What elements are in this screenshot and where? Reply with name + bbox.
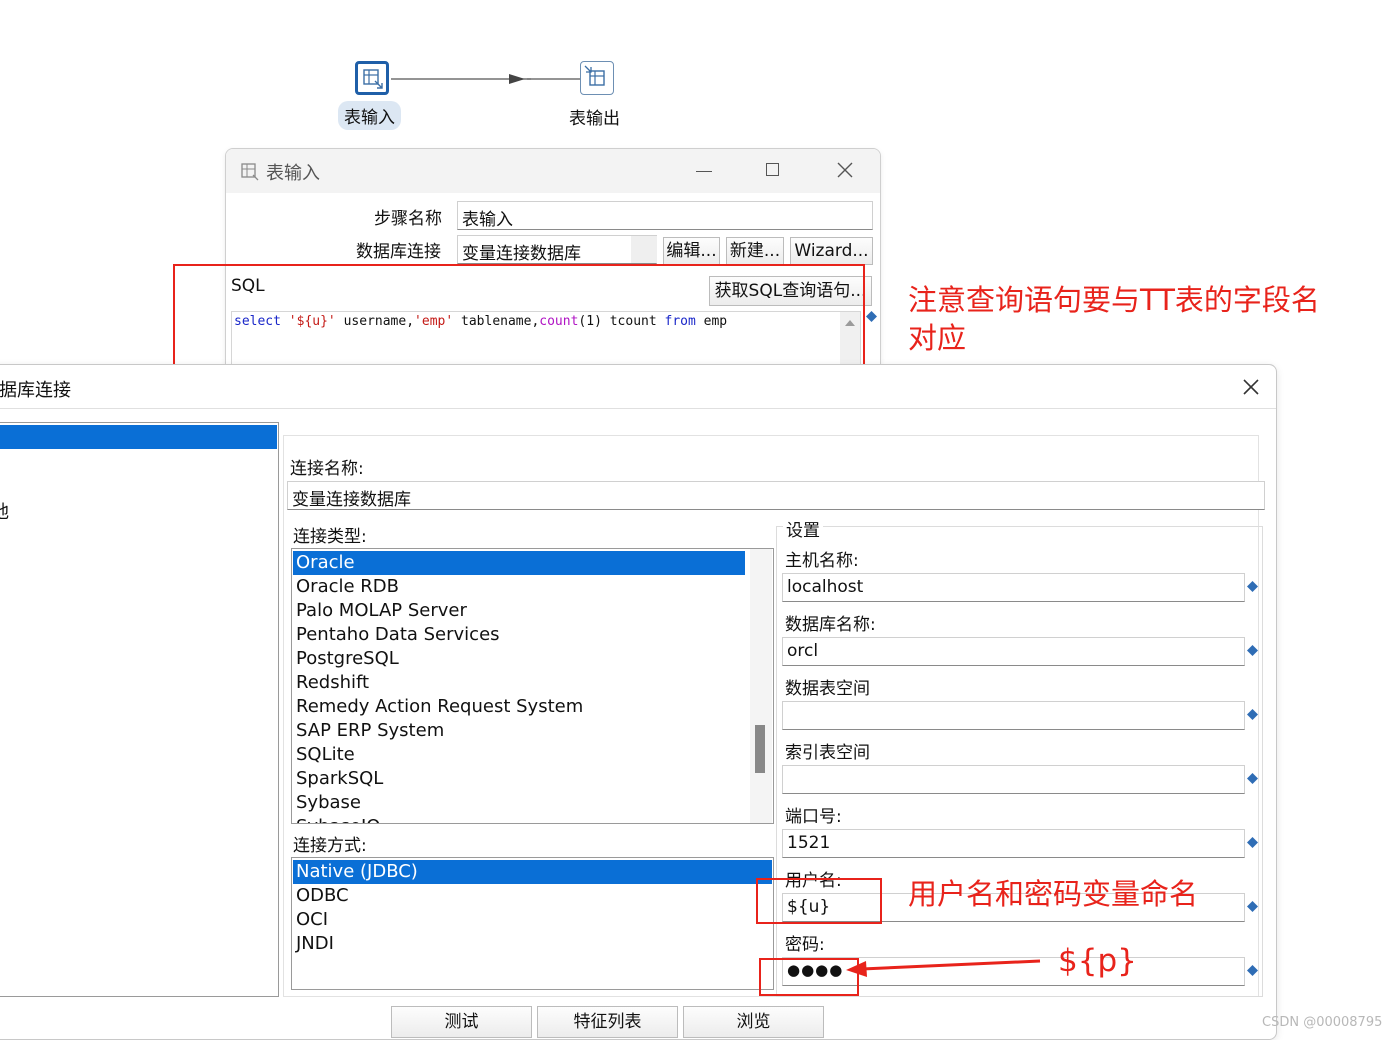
variable-icon [1247,581,1258,592]
highlight-username-box [756,878,882,924]
hop-line-tail [527,78,581,80]
password-label: 密码: [785,935,825,955]
access-method-list[interactable]: Native (JDBC) ODBC OCI JNDI [291,857,774,990]
category-item-selected[interactable] [0,425,277,449]
db-connection-dialog: 数据库连接 地 连接名称: 变量连接数据库 连接类型: OracleOracle… [0,364,1277,1040]
annotation-sql-note: 注意查询语句要与TT表的字段名对应 [908,283,1320,355]
connection-type-item[interactable]: SAP ERP System [293,719,745,743]
table-icon [363,69,383,89]
connection-type-item[interactable]: Pentaho Data Services [293,623,745,647]
variable-icon [1247,965,1258,976]
connection-type-scrollbar[interactable] [750,549,772,823]
index-tablespace-input[interactable] [782,765,1245,794]
highlight-sql-box [173,264,865,375]
watermark: CSDN @00008795 [1262,1015,1383,1030]
scrollbar-thumb[interactable] [755,725,765,773]
annotation-password-var: ${p} [1058,943,1137,979]
variable-icon [1247,901,1258,912]
table-output-icon [584,65,605,86]
dbname-label: 数据库名称: [785,615,876,635]
access-label: 连接方式: [293,836,367,856]
variable-icon [1247,645,1258,656]
connection-type-item[interactable]: Oracle [293,551,745,575]
table-output-step-label[interactable]: 表输出 [569,104,620,129]
access-method-item[interactable]: JNDI [293,932,772,956]
hop-arrow[interactable] [391,73,531,85]
connection-name-input[interactable]: 变量连接数据库 [287,481,1265,510]
browse-button[interactable]: 浏览 [683,1006,824,1038]
host-input[interactable]: localhost [782,573,1245,602]
minimize-icon[interactable] [696,171,712,172]
variable-icon [866,311,877,322]
step-name-label: 步骤名称 [374,209,442,229]
category-item[interactable]: 地 [0,498,11,524]
connection-type-item[interactable]: SparkSQL [293,767,745,791]
features-button[interactable]: 特征列表 [537,1006,678,1038]
access-method-item[interactable]: OCI [293,908,772,932]
wizard-button[interactable]: Wizard... [790,237,873,265]
variable-icon [1247,773,1258,784]
edit-button[interactable]: 编辑... [663,237,720,265]
table-input-step-icon[interactable] [355,61,389,95]
settings-legend: 设置 [783,516,823,541]
variable-icon [1247,709,1258,720]
variable-icon [1247,837,1258,848]
dbname-input[interactable]: orcl [782,637,1245,666]
step-name-input[interactable]: 表输入 [457,201,873,230]
table-input-icon [241,163,259,181]
port-input[interactable]: 1521 [782,829,1245,858]
db-connection-select[interactable]: 变量连接数据库 [457,235,657,264]
title-divider [0,408,1276,409]
dialog-title: 数据库连接 [0,376,71,402]
host-label: 主机名称: [785,551,859,571]
new-button[interactable]: 新建... [726,237,784,265]
connection-type-item[interactable]: PostgreSQL [293,647,745,671]
annotation-arrow [846,959,1041,977]
chevron-down-icon[interactable] [631,236,657,263]
access-method-item[interactable]: ODBC [293,884,772,908]
table-input-step-label[interactable]: 表输入 [338,101,401,130]
dialog-title-text: 数据库连接 [0,380,71,401]
dialog-titlebar [226,149,880,193]
connection-type-item[interactable]: Oracle RDB [293,575,745,599]
db-connection-label: 数据库连接 [356,242,441,262]
annotation-vars-note: 用户名和密码变量命名 [908,877,1199,911]
data-tablespace-label: 数据表空间 [785,679,870,699]
table-output-step-icon[interactable] [580,61,614,95]
connection-type-item[interactable]: Palo MOLAP Server [293,599,745,623]
close-icon[interactable] [1241,377,1261,397]
close-icon[interactable] [836,161,854,179]
maximize-icon[interactable] [766,163,779,176]
connection-type-item[interactable]: Redshift [293,671,745,695]
connection-type-list[interactable]: Oracle Oracle RDB Palo MOLAP Server Pentaho… [291,548,774,824]
access-method-item[interactable]: Native (JDBC) [293,860,772,884]
category-list[interactable]: 地 [0,422,279,997]
connection-type-item[interactable]: Sybase [293,791,745,815]
index-tablespace-label: 索引表空间 [785,743,870,763]
connection-type-label: 连接类型: [293,527,367,547]
port-label: 端口号: [785,807,842,827]
connection-type-item[interactable]: Remedy Action Request System [293,695,745,719]
connection-type-item[interactable]: SybaseIQ [293,815,745,823]
test-button[interactable]: 测试 [391,1006,532,1038]
connection-name-label: 连接名称: [290,459,364,479]
connection-type-item[interactable]: SQLite [293,743,745,767]
data-tablespace-input[interactable] [782,701,1245,730]
category-item-label: 地 [0,502,9,523]
dialog-title: 表输入 [266,163,320,184]
